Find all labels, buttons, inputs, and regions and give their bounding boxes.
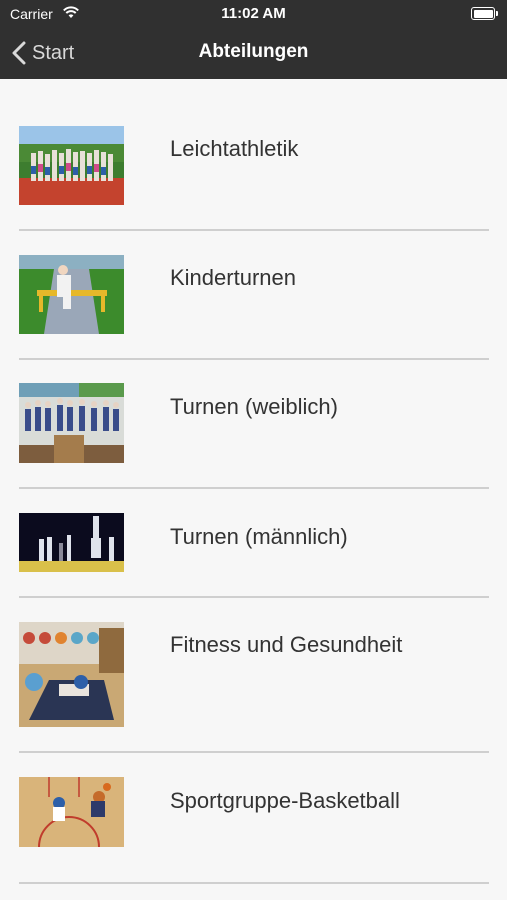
list-item[interactable]: Turnen (männlich) [0, 488, 507, 598]
status-bar: Carrier 11:02 AM [0, 0, 507, 28]
list-item[interactable]: Leichtathletik [0, 79, 507, 231]
list-item-label: Kinderturnen [170, 265, 296, 290]
department-image [19, 255, 124, 334]
list-item-label: Sportgruppe-Basketball [170, 788, 400, 813]
department-image [19, 126, 124, 205]
list-item[interactable]: Kinderturnen [0, 230, 507, 360]
list-item[interactable]: Fitness und Gesundheit [0, 597, 507, 753]
list-item-label: Turnen (weiblich) [170, 394, 338, 419]
department-image [19, 777, 124, 847]
list-item[interactable]: Sportgruppe-Basketball [0, 752, 507, 884]
navigation-bar: Start Abteilungen [0, 28, 507, 79]
page-title: Abteilungen [198, 41, 309, 62]
list-item[interactable]: Turnen (weiblich) [0, 358, 507, 489]
divider [19, 882, 489, 884]
battery-icon [471, 7, 498, 20]
department-image [19, 513, 124, 572]
department-image [19, 383, 124, 463]
battery-level [473, 9, 493, 18]
list-item-label: Leichtathletik [170, 136, 299, 161]
list-item-label: Turnen (männlich) [170, 524, 348, 549]
clock-label: 11:02 AM [221, 5, 286, 22]
list-item-label: Fitness und Gesundheit [170, 632, 403, 657]
department-image [19, 622, 124, 727]
